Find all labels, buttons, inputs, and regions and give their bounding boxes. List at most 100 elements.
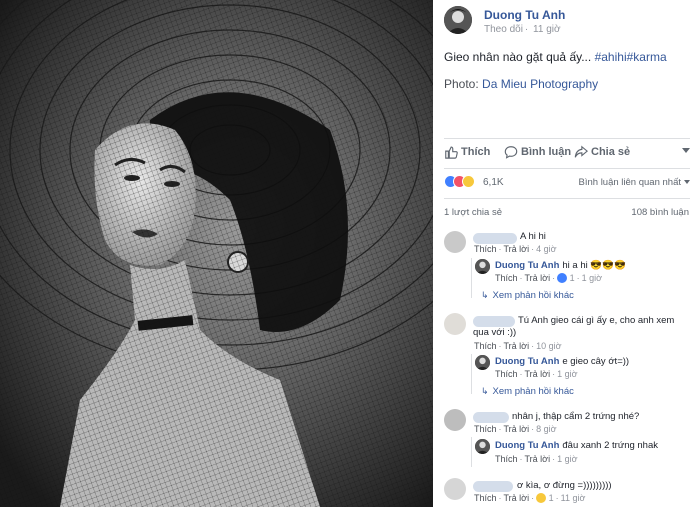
- hashtags[interactable]: #ahihi#karma: [595, 50, 667, 64]
- like-button[interactable]: Thích: [444, 145, 490, 159]
- commenter-avatar[interactable]: [444, 231, 466, 253]
- reply-time[interactable]: 1 giờ: [557, 369, 577, 379]
- haha-reaction-icon: [536, 493, 547, 503]
- comment-like-link[interactable]: Thích: [474, 493, 497, 503]
- view-more-replies[interactable]: ↳ Xem phản hồi khác: [481, 290, 574, 301]
- reply-meta: Thích · Trả lời · 1 · 1 giờ: [495, 273, 603, 283]
- comment-time[interactable]: 4 giờ: [536, 244, 556, 254]
- comment-reaction-count[interactable]: 1: [549, 493, 554, 503]
- sunglasses-emoji: 😎😎😎: [590, 260, 626, 271]
- sort-label: Bình luận liên quan nhất: [578, 177, 681, 188]
- comment-meta: Thích · Trả lời · 4 giờ: [474, 244, 557, 254]
- commenter-avatar[interactable]: [444, 409, 466, 431]
- comment-reply-link[interactable]: Trả lời: [504, 424, 530, 434]
- comment-text: nhân j, thập cẩm 2 trứng nhé?: [512, 411, 640, 422]
- blurred-commenter-name: [473, 481, 513, 492]
- comment-time[interactable]: 11 giờ: [561, 493, 586, 503]
- commenter-avatar[interactable]: [444, 313, 466, 335]
- reply-like-link[interactable]: Thích: [495, 273, 518, 283]
- photo-credit: Photo: Da Mieu Photography: [444, 77, 598, 91]
- post-photo[interactable]: [0, 0, 433, 507]
- chevron-down-icon: [684, 180, 690, 185]
- comment-reply-link[interactable]: Trả lời: [504, 341, 530, 351]
- caption-text: Gieo nhân nào gặt quả ấy...: [444, 50, 592, 64]
- follow-link[interactable]: Theo dõi: [484, 24, 523, 35]
- reply-like-link[interactable]: Thích: [495, 454, 518, 464]
- comment-meta: Thích · Trả lời · 8 giờ: [474, 424, 557, 434]
- reply-arrow-icon: ↳: [481, 290, 489, 300]
- blurred-commenter-name: [473, 316, 515, 327]
- reply-reply-link[interactable]: Trả lời: [525, 273, 551, 283]
- like-label: Thích: [461, 146, 491, 158]
- photo-image: [0, 0, 433, 507]
- reply-meta: Thích · Trả lời · 1 giờ: [495, 454, 578, 464]
- comment-like-link[interactable]: Thích: [474, 341, 497, 351]
- comment-text-line2: qua với :)): [473, 327, 517, 338]
- divider: [444, 138, 690, 139]
- post-panel: Duong Tu Anh Theo dõi · 11 giờ Gieo nhân …: [433, 0, 700, 507]
- reply-avatar[interactable]: [475, 259, 490, 274]
- like-reaction-icon: [557, 273, 568, 283]
- comment-meta: Thích · Trả lời · 10 giờ: [474, 341, 562, 351]
- reply-text: Duong Tu Anh đâu xanh 2 trứng nhak: [495, 440, 658, 451]
- reply-time[interactable]: 1 giờ: [582, 273, 602, 283]
- reply-avatar[interactable]: [475, 355, 490, 370]
- post-time[interactable]: 11 giờ: [533, 24, 561, 35]
- reply-author[interactable]: Duong Tu Anh: [495, 356, 559, 367]
- blurred-commenter-name: [473, 233, 517, 244]
- reactions-row: 6,1K Bình luận liên quan nhất: [444, 175, 690, 191]
- share-label: Chia sẻ: [591, 146, 631, 158]
- commenter-avatar[interactable]: [444, 478, 466, 500]
- thread-line: [471, 258, 472, 298]
- comment-text: Tú Anh gieo cái gì ấy e, cho anh xem: [518, 315, 675, 326]
- comment-button[interactable]: Bình luận: [504, 145, 571, 159]
- comment-time[interactable]: 10 giờ: [536, 341, 561, 351]
- comment-like-link[interactable]: Thích: [474, 244, 497, 254]
- reply-author[interactable]: Duong Tu Anh: [495, 440, 559, 451]
- thumbs-up-icon: [445, 146, 458, 159]
- credit-prefix: Photo:: [444, 77, 479, 91]
- reply-text: Duong Tu Anh hi a hi 😎😎😎: [495, 260, 626, 271]
- credit-link[interactable]: Da Mieu Photography: [482, 77, 598, 91]
- thread-line: [471, 354, 472, 394]
- reply-meta: Thích · Trả lời · 1 giờ: [495, 369, 578, 379]
- author-avatar[interactable]: [444, 6, 472, 34]
- reply-arrow-icon: ↳: [481, 386, 489, 396]
- comment-meta: Thích · Trả lời · 1 · 11 giờ: [474, 493, 586, 503]
- comment-label: Bình luận: [521, 146, 572, 158]
- reply-reaction-count[interactable]: 1: [570, 273, 575, 283]
- action-bar: Thích Bình luận Chia sẻ: [444, 145, 690, 163]
- reply-reply-link[interactable]: Trả lời: [525, 369, 551, 379]
- comment-time[interactable]: 8 giờ: [536, 424, 556, 434]
- comment-reply-link[interactable]: Trả lời: [504, 244, 530, 254]
- share-button[interactable]: Chia sẻ: [574, 145, 630, 159]
- comment-sort-dropdown[interactable]: Bình luận liên quan nhất: [579, 177, 690, 188]
- chevron-down-icon[interactable]: [682, 148, 690, 153]
- post-meta: Theo dõi · 11 giờ: [484, 24, 563, 35]
- comment-text: ơ kìa, ơ đừng =))))))))): [517, 480, 612, 491]
- author-name[interactable]: Duong Tu Anh: [484, 8, 565, 22]
- meta-dot: ·: [524, 24, 529, 35]
- reply-author[interactable]: Duong Tu Anh: [495, 260, 559, 271]
- share-icon: [574, 145, 588, 158]
- reply-avatar[interactable]: [475, 439, 490, 454]
- comment-reply-link[interactable]: Trả lời: [504, 493, 530, 503]
- reaction-count[interactable]: 6,1K: [483, 177, 504, 188]
- comment-icon: [504, 146, 518, 159]
- reply-like-link[interactable]: Thích: [495, 369, 518, 379]
- reply-reply-link[interactable]: Trả lời: [525, 454, 551, 464]
- divider: [444, 168, 690, 169]
- view-more-replies[interactable]: ↳ Xem phản hồi khác: [481, 386, 574, 397]
- reply-text: Duong Tu Anh e gieo cây ớt=)): [495, 356, 630, 367]
- post-caption: Gieo nhân nào gặt quả ấy... #ahihi#karma: [444, 50, 667, 64]
- share-count[interactable]: 1 lượt chia sẻ: [444, 207, 502, 218]
- blurred-commenter-name: [473, 412, 509, 423]
- comment-count[interactable]: 108 bình luận: [631, 207, 689, 218]
- post-header: Duong Tu Anh Theo dõi · 11 giờ: [444, 6, 694, 40]
- comment-like-link[interactable]: Thích: [474, 424, 497, 434]
- reply-time[interactable]: 1 giờ: [557, 454, 577, 464]
- thread-line: [471, 437, 472, 467]
- comment-text: A hi hi: [520, 231, 546, 242]
- divider: [444, 198, 690, 199]
- haha-reaction-icon[interactable]: [462, 175, 475, 188]
